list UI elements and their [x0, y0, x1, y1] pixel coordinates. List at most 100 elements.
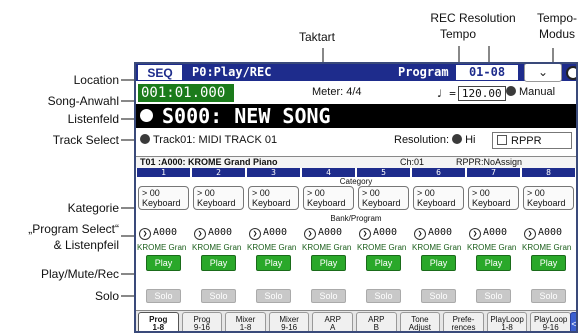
category-button[interactable]: > 00 Keyboard — [468, 186, 519, 210]
tab-arp-b[interactable]: ARP B — [356, 312, 397, 331]
popup-arrow-icon — [140, 134, 150, 144]
annotation-play-mute-rec: Play/Mute/Rec — [40, 267, 119, 281]
tab-playloop-1-8[interactable]: PlayLoop 1-8 — [486, 312, 528, 331]
solo-button[interactable]: Solo — [256, 289, 291, 303]
quarter-note-icon: ♩ = — [436, 87, 456, 100]
list-arrow-icon[interactable]: ❯ — [469, 228, 481, 240]
program-name: KROME Gran — [357, 243, 407, 252]
category-button[interactable]: > 00 Keyboard — [303, 186, 354, 210]
solo-button[interactable]: Solo — [146, 289, 181, 303]
category-button[interactable]: > 00 Keyboard — [248, 186, 299, 210]
tempo-mode-select[interactable]: Manual — [506, 86, 555, 98]
track-select[interactable]: Track01: MIDI TRACK 01 — [140, 134, 277, 146]
tab-prog-9-16[interactable]: Prog 9-16 — [181, 312, 223, 331]
category-name: Keyboard — [307, 198, 346, 208]
tempo-value[interactable]: 120.00 — [457, 86, 506, 101]
annotation-track-select: Track Select — [52, 133, 119, 147]
play-mute-rec-button[interactable]: Play — [146, 255, 181, 271]
rppr-label: RPPR — [511, 135, 542, 147]
program-number: A000 — [208, 227, 233, 238]
program-name: KROME Gran — [467, 243, 517, 252]
category-number: > 00 — [362, 188, 380, 198]
category-button[interactable]: > 00 Keyboard — [413, 186, 464, 210]
play-mute-rec-button[interactable]: Play — [366, 255, 401, 271]
program-select[interactable]: ❯ A000 — [414, 227, 452, 240]
play-mute-rec-button[interactable]: Play — [201, 255, 236, 271]
play-mute-rec-button[interactable]: Play — [421, 255, 456, 271]
program-select[interactable]: ❯ A000 — [469, 227, 507, 240]
tab-tone-adjust[interactable]: Tone Adjust — [399, 312, 441, 331]
category-name: Keyboard — [472, 198, 511, 208]
track-number[interactable]: 6 — [412, 168, 465, 177]
tab-label-line2: rences — [451, 323, 476, 332]
list-arrow-icon[interactable]: ❯ — [249, 228, 261, 240]
annotation-song-anwahl: Song-Anwahl — [47, 94, 119, 108]
category-name: Keyboard — [527, 198, 566, 208]
play-mute-rec-button[interactable]: Play — [476, 255, 511, 271]
seq-screen: SEQ P0:Play/REC Program 01-08 ⌄ 001:01.0… — [134, 62, 578, 333]
solo-button[interactable]: Solo — [476, 289, 511, 303]
play-mute-rec-button[interactable]: Play — [531, 255, 566, 271]
song-select[interactable]: S000: NEW SONG — [136, 104, 576, 128]
category-name: Keyboard — [252, 198, 291, 208]
solo-button[interactable]: Solo — [201, 289, 236, 303]
list-arrow-icon[interactable]: ❯ — [359, 228, 371, 240]
page-menu-button[interactable]: ⌄ — [524, 64, 562, 82]
tab-mixer-9-16[interactable]: Mixer 9-16 — [268, 312, 310, 331]
tab-playloop-9-16[interactable]: PlayLoop 9-16 — [530, 312, 571, 331]
program-select[interactable]: ❯ A000 — [524, 227, 562, 240]
tempo-field[interactable]: ♩ = 120.00 — [436, 86, 506, 101]
track-number[interactable]: 4 — [302, 168, 355, 177]
list-arrow-icon[interactable]: ❯ — [139, 228, 151, 240]
resolution-select[interactable]: Resolution: Hi — [394, 134, 476, 146]
list-arrow-icon[interactable]: ❯ — [414, 228, 426, 240]
program-select[interactable]: ❯ A000 — [304, 227, 342, 240]
meter-value: 4/4 — [346, 86, 362, 98]
resolution-value: Hi — [465, 134, 476, 146]
track-number[interactable]: 1 — [137, 168, 190, 177]
location-field[interactable]: 001:01.000 — [138, 84, 234, 102]
program-select[interactable]: ❯ A000 — [139, 227, 177, 240]
category-button[interactable]: > 00 Keyboard — [193, 186, 244, 210]
track-number[interactable]: 5 — [357, 168, 410, 177]
solo-button[interactable]: Solo — [531, 289, 566, 303]
program-select[interactable]: ❯ A000 — [249, 227, 287, 240]
solo-button[interactable]: Solo — [366, 289, 401, 303]
track-number[interactable]: 3 — [247, 168, 300, 177]
tab-mixer-1-8[interactable]: Mixer 1-8 — [225, 312, 266, 331]
program-number: A000 — [153, 227, 178, 238]
play-mute-rec-button[interactable]: Play — [256, 255, 291, 271]
tab-label-line2: A — [330, 323, 336, 332]
annotation-tempo-modus-2: Modus — [538, 27, 576, 41]
track-number[interactable]: 2 — [192, 168, 245, 177]
scroll-left-icon[interactable]: < — [570, 312, 576, 331]
play-mute-rec-button[interactable]: Play — [311, 255, 346, 271]
annotation-taktart: Taktart — [299, 30, 336, 44]
transport-row: 001:01.000 Meter: 4/4 ♩ = 120.00 Manual — [136, 82, 576, 104]
lock-icon[interactable] — [566, 66, 576, 80]
program-select[interactable]: ❯ A000 — [194, 227, 232, 240]
list-arrow-icon[interactable]: ❯ — [524, 228, 536, 240]
program-select[interactable]: ❯ A000 — [359, 227, 397, 240]
solo-button[interactable]: Solo — [311, 289, 346, 303]
rppr-checkbox[interactable]: RPPR — [492, 132, 572, 149]
meter-field[interactable]: Meter: 4/4 — [312, 86, 362, 98]
category-number: > 00 — [527, 188, 545, 198]
category-button[interactable]: > 00 Keyboard — [138, 186, 189, 210]
track-number[interactable]: 7 — [467, 168, 520, 177]
tab-arp-a[interactable]: ARP A — [312, 312, 353, 332]
tab-prog-1-8[interactable]: Prog 1-8 — [138, 312, 179, 331]
category-button[interactable]: > 00 Keyboard — [358, 186, 409, 210]
track-number[interactable]: 8 — [522, 168, 575, 177]
solo-button[interactable]: Solo — [421, 289, 456, 303]
song-name[interactable]: S000: NEW SONG — [162, 106, 331, 126]
program-name: KROME Gran — [247, 243, 297, 252]
program-name: KROME Gran — [302, 243, 352, 252]
list-arrow-icon[interactable]: ❯ — [194, 228, 206, 240]
annotation-rec-resolution: REC Resolution — [430, 11, 516, 25]
category-name: Keyboard — [417, 198, 456, 208]
popup-arrow-icon[interactable] — [140, 109, 153, 122]
list-arrow-icon[interactable]: ❯ — [304, 228, 316, 240]
category-button[interactable]: > 00 Keyboard — [523, 186, 574, 210]
tab-prefe-rences[interactable]: Prefe-rences — [443, 312, 484, 332]
